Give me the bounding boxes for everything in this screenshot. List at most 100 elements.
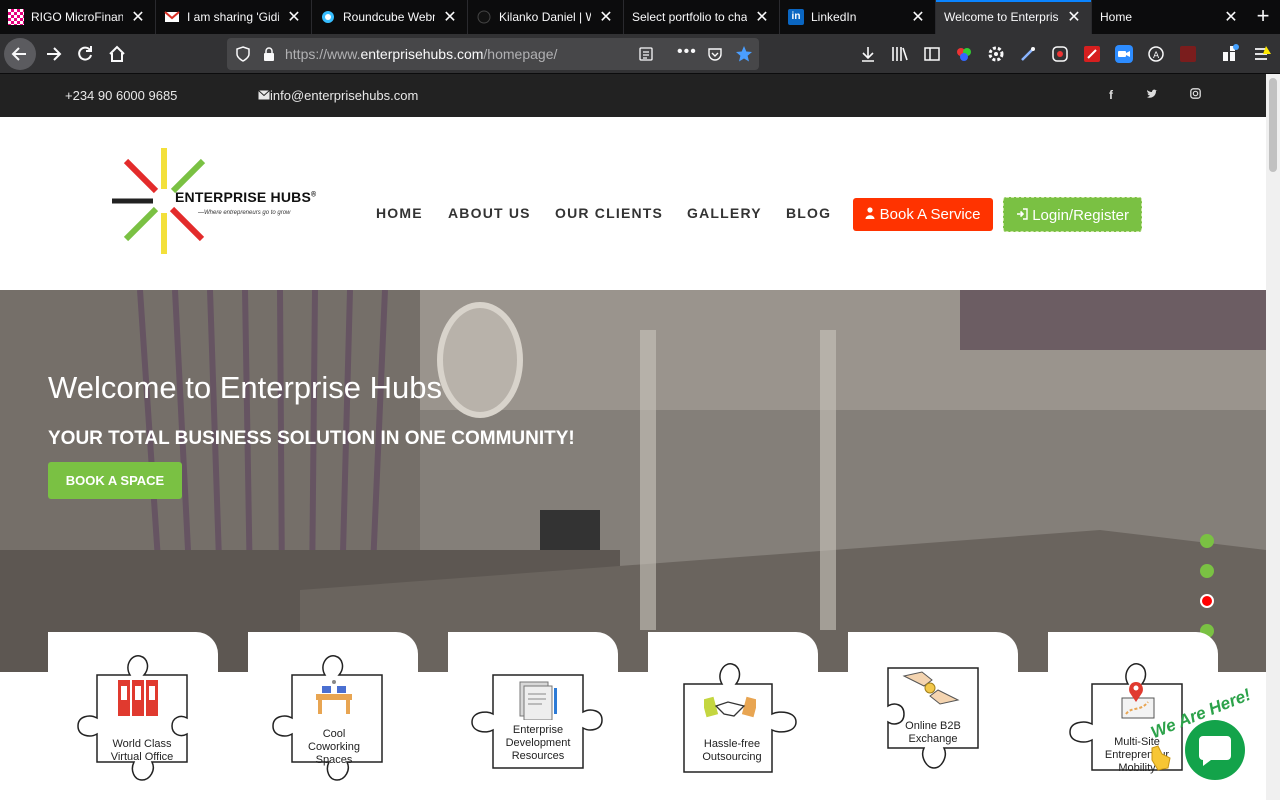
phone-number[interactable]: +234 90 6000 9685 [65,88,177,103]
reload-button[interactable] [69,38,101,70]
close-icon[interactable]: ✕ [129,7,147,27]
close-icon[interactable]: ✕ [441,7,459,27]
book-a-service-label: Book A Service [879,206,981,223]
nav-our-clients[interactable]: OUR CLIENTS [555,205,663,221]
home-button[interactable] [101,38,133,70]
gmail-icon [164,9,180,25]
url-bar[interactable]: https://www.enterprisehubs.com/homepage/… [227,38,759,70]
chat-button[interactable] [1185,720,1245,780]
pdf-extension-icon[interactable] [1082,44,1102,64]
close-icon[interactable]: ✕ [1222,7,1240,27]
service-label-line: Online B2B [905,720,961,732]
close-icon[interactable]: ✕ [597,7,615,27]
tab-title: I am sharing 'Gidi… [187,10,279,24]
slider-dot[interactable] [1200,534,1214,548]
email-link[interactable]: info@enterprisehubs.com [258,88,418,103]
hero-subtitle: YOUR TOTAL BUSINESS SOLUTION IN ONE COMM… [48,428,575,449]
eyedropper-icon[interactable] [1018,44,1038,64]
url-suffix: /homepage/ [483,46,558,62]
nav-blog[interactable]: BLOG [786,205,831,221]
sidebar-icon[interactable] [922,44,942,64]
tab-title: LinkedIn [811,10,857,24]
close-icon[interactable]: ✕ [753,7,771,27]
menu-icon[interactable] [1252,44,1272,64]
lock-icon[interactable] [261,46,277,62]
reader-view-icon[interactable] [638,46,654,62]
hero-background-image [0,290,1266,672]
service-label-line: Resources [511,750,565,762]
github-icon [476,9,492,25]
zoom-extension-icon[interactable] [1114,44,1134,64]
browser-tab[interactable]: I am sharing 'Gidi… ✕ [156,0,312,34]
rigo-icon [8,9,24,25]
screenshot-extension-icon[interactable] [1050,44,1070,64]
service-label-line: World Class [112,738,172,750]
book-a-service-button[interactable]: Book A Service [853,198,993,231]
browser-toolbar: https://www.enterprisehubs.com/homepage/… [0,34,1280,74]
nav-home[interactable]: HOME [376,205,423,221]
browser-tab[interactable]: Select portfolio to cha… ✕ [624,0,780,34]
logo-name-text: ENTERPRISE HUBS [175,189,312,205]
browser-tab-active[interactable]: Welcome to Enterprise… ✕ [936,0,1092,34]
forward-button[interactable] [37,38,69,70]
slider-dot[interactable] [1200,564,1214,578]
arrow-right-icon [47,47,62,61]
cart-extension-icon[interactable] [1178,44,1198,64]
handshake-icon [704,696,756,718]
extensions-icon[interactable] [1220,44,1240,64]
service-b2b-exchange[interactable]: Online B2B Exchange [884,664,982,794]
color-picker-extension-icon[interactable] [954,44,974,64]
new-tab-button[interactable]: + [1246,0,1280,34]
services-strip: World Class Virtual Office Cool Coworkin… [0,632,1266,800]
slider-dot-active[interactable] [1200,594,1214,608]
back-button[interactable] [4,38,36,70]
service-label-line: Spaces [315,754,353,766]
service-label-line: Virtual Office [110,751,174,763]
browser-tab[interactable]: RIGO MicroFinance ✕ [0,0,156,34]
user-icon [865,207,875,219]
gear-icon[interactable] [986,44,1006,64]
linkedin-icon: in [788,9,804,25]
close-icon[interactable]: ✕ [1065,7,1083,27]
instagram-icon[interactable] [1187,88,1203,102]
star-bookmark-icon[interactable] [735,45,753,63]
scrollbar-thumb[interactable] [1269,78,1277,172]
service-label-line: Hassle-free [703,738,761,750]
book-a-space-button[interactable]: BOOK A SPACE [48,462,182,499]
browser-tab[interactable]: Kilanko Daniel | W… ✕ [468,0,624,34]
service-development-resources[interactable]: Enterprise Development Resources [468,650,608,790]
arrow-left-icon [11,47,26,61]
contact-bar: +234 90 6000 9685 info@enterprisehubs.co… [0,74,1266,117]
twitter-icon[interactable] [1144,88,1160,102]
library-icon[interactable] [890,44,910,64]
more-actions-icon[interactable]: ••• [677,43,697,61]
site-header: ENTERPRISE HUBS® —Where entrepreneurs go… [0,117,1266,290]
browser-tab[interactable]: in LinkedIn ✕ [780,0,936,34]
close-icon[interactable]: ✕ [909,7,927,27]
nav-about-us[interactable]: ABOUT US [448,205,531,221]
close-icon[interactable]: ✕ [285,7,303,27]
envelope-icon [258,90,270,100]
browser-tab[interactable]: Roundcube Webm… ✕ [312,0,468,34]
pocket-icon[interactable] [707,46,723,62]
nav-gallery[interactable]: GALLERY [687,205,762,221]
shield-icon[interactable] [235,46,251,62]
service-label: Cool Coworking Spaces [289,728,379,767]
service-label-line: Development [505,737,571,749]
service-virtual-office[interactable]: World Class Virtual Office [72,650,190,790]
logo-name: ENTERPRISE HUBS® [175,189,316,205]
download-icon[interactable] [858,44,878,64]
service-label-line: Outsourcing [702,751,762,763]
url-text: https://www.enterprisehubs.com/homepage/ [285,46,557,62]
site-logo[interactable]: ENTERPRISE HUBS® —Where entrepreneurs go… [108,143,323,258]
logo-trademark: ® [311,191,317,199]
translate-icon[interactable]: A [1146,44,1166,64]
facebook-icon[interactable]: f [1103,88,1119,102]
service-outsourcing[interactable]: Hassle-free Outsourcing [680,658,802,790]
email-text: info@enterprisehubs.com [270,88,419,103]
browser-tab[interactable]: Home ✕ [1092,0,1248,34]
page-scrollbar[interactable] [1266,74,1280,800]
service-coworking[interactable]: Cool Coworking Spaces [267,650,385,790]
login-register-button[interactable]: Login/Register [1003,197,1142,232]
service-label-line: Coworking [308,741,360,753]
